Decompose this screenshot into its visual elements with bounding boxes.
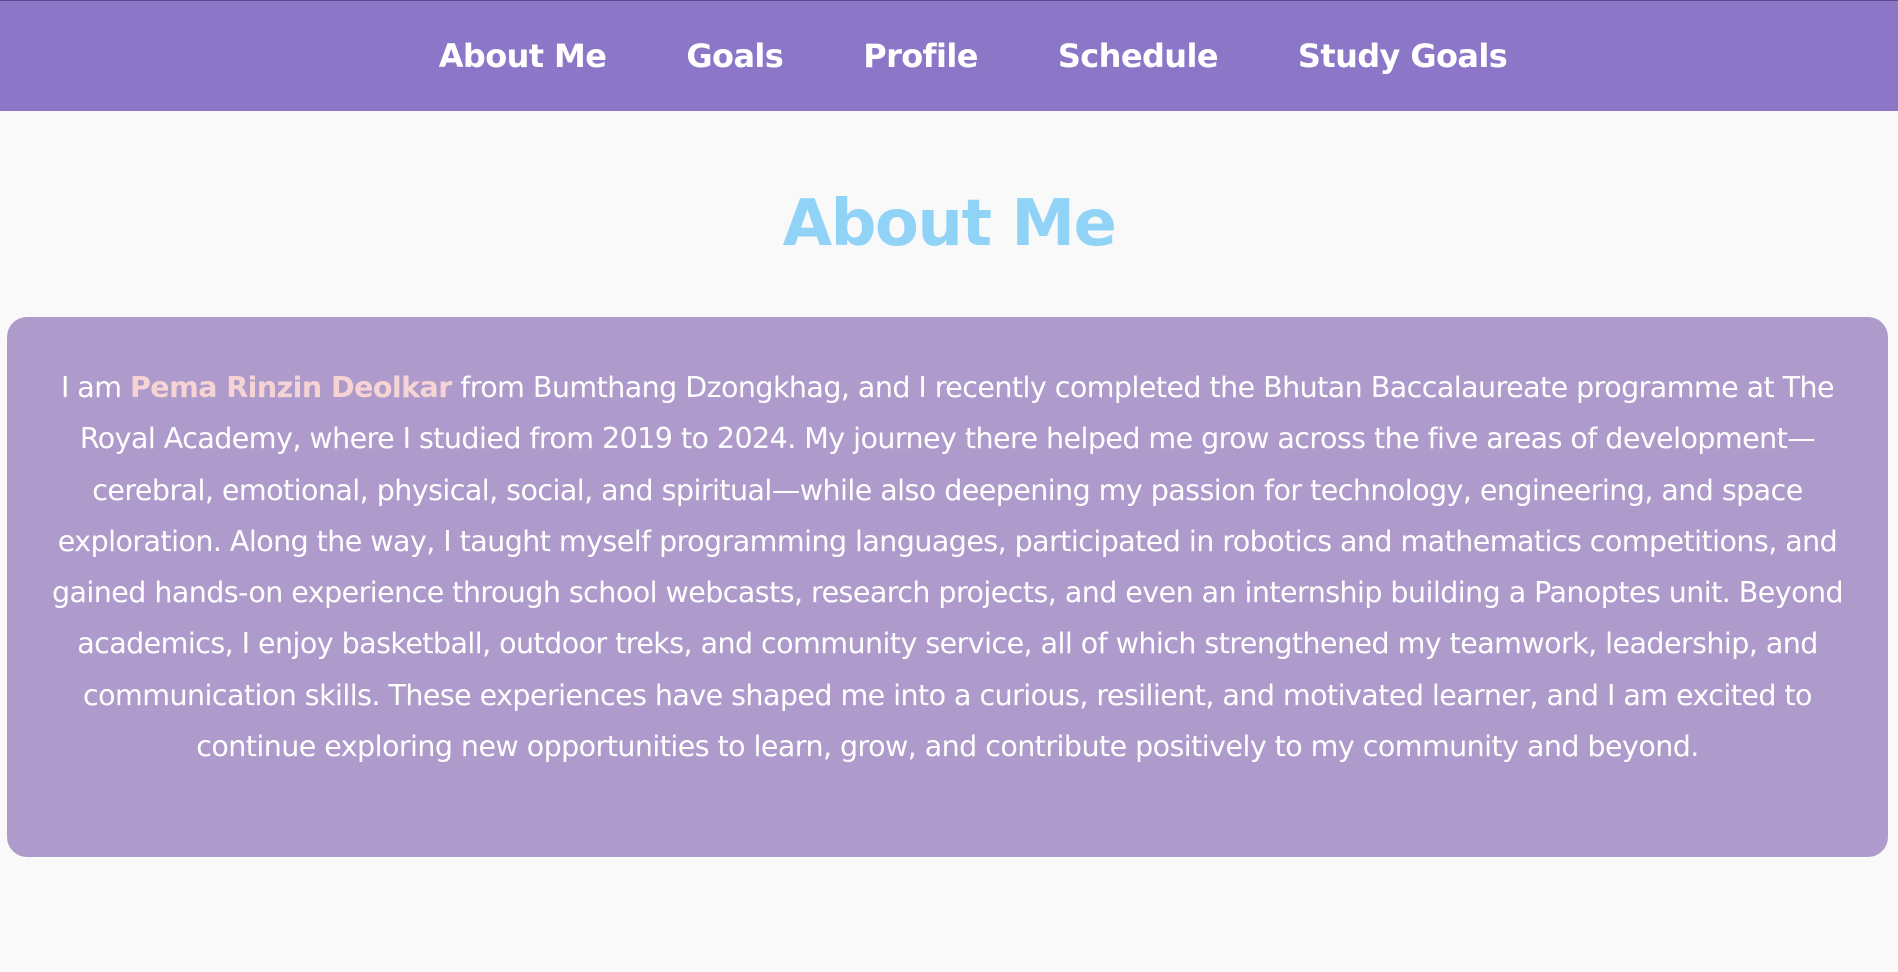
nav-link-profile[interactable]: Profile <box>863 37 978 75</box>
top-navbar: About Me Goals Profile Schedule Study Go… <box>0 0 1898 111</box>
about-card: I am Pema Rinzin Deolkar from Bumthang D… <box>7 317 1888 857</box>
nav-link-study-goals[interactable]: Study Goals <box>1298 37 1508 75</box>
nav-item-study-goals: Study Goals <box>1298 37 1508 75</box>
nav-item-goals: Goals <box>686 37 783 75</box>
page-title: About Me <box>782 187 1117 261</box>
about-intro-text: I am <box>60 371 130 404</box>
nav-item-schedule: Schedule <box>1058 37 1219 75</box>
about-paragraph: I am Pema Rinzin Deolkar from Bumthang D… <box>47 362 1848 772</box>
nav-item-profile: Profile <box>863 37 978 75</box>
nav-link-schedule[interactable]: Schedule <box>1058 37 1219 75</box>
nav-item-about-me: About Me <box>439 37 607 75</box>
highlighted-name: Pema Rinzin Deolkar <box>129 371 452 404</box>
nav-menu: About Me Goals Profile Schedule Study Go… <box>391 37 1508 75</box>
nav-link-goals[interactable]: Goals <box>686 37 783 75</box>
nav-link-about-me[interactable]: About Me <box>439 37 607 75</box>
about-body-text: from Bumthang Dzongkhag, and I recently … <box>51 371 1844 764</box>
